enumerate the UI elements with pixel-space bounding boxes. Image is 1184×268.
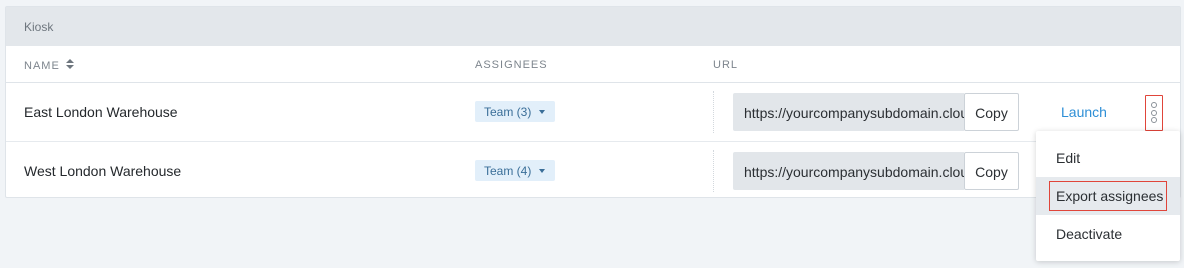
assignees-label: Team (4) — [484, 164, 532, 178]
more-vertical-icon-dot — [1151, 109, 1157, 116]
menu-item-edit[interactable]: Edit — [1036, 139, 1180, 177]
section-header: Kiosk — [6, 7, 1180, 46]
column-header-name-label: NAME — [24, 60, 60, 72]
url-field[interactable]: https://yourcompanysubdomain.cloud — [733, 93, 964, 131]
column-divider — [713, 91, 714, 133]
menu-item-label: Deactivate — [1056, 226, 1123, 242]
assignees-dropdown[interactable]: Team (3) — [475, 101, 556, 122]
table-row: West London Warehouse Team (4) https://y… — [6, 141, 1180, 199]
copy-button[interactable]: Copy — [964, 93, 1019, 131]
url-field[interactable]: https://yourcompanysubdomain.cloud — [733, 152, 964, 190]
column-header-name[interactable]: NAME — [24, 59, 74, 72]
launch-link[interactable]: Launch — [1061, 104, 1107, 120]
menu-item-export-assignees[interactable]: Export assignees — [1036, 177, 1180, 215]
more-vertical-icon — [1151, 102, 1157, 108]
menu-item-label: Export assignees — [1056, 188, 1164, 204]
column-header-assignees: ASSIGNEES — [475, 59, 548, 71]
section-title: Kiosk — [24, 20, 54, 34]
kiosk-panel: Kiosk NAME ASSIGNEES URL East London War… — [5, 6, 1181, 198]
more-options-button[interactable] — [1145, 95, 1163, 131]
copy-button[interactable]: Copy — [964, 152, 1019, 190]
chevron-down-icon — [539, 169, 546, 173]
chevron-down-icon — [539, 110, 546, 114]
kiosk-name: West London Warehouse — [24, 163, 182, 179]
menu-item-label: Edit — [1056, 150, 1081, 166]
table-row: East London Warehouse Team (3) https://y… — [6, 83, 1180, 141]
column-header-url: URL — [713, 59, 739, 71]
assignees-label: Team (3) — [484, 105, 532, 119]
kiosk-name: East London Warehouse — [24, 104, 178, 120]
more-vertical-icon-dot — [1151, 117, 1157, 123]
sort-icon[interactable] — [65, 59, 74, 70]
options-menu: Edit Export assignees Deactivate — [1036, 131, 1180, 261]
menu-item-deactivate[interactable]: Deactivate — [1036, 215, 1180, 253]
column-divider — [713, 150, 714, 192]
assignees-dropdown[interactable]: Team (4) — [475, 160, 556, 181]
